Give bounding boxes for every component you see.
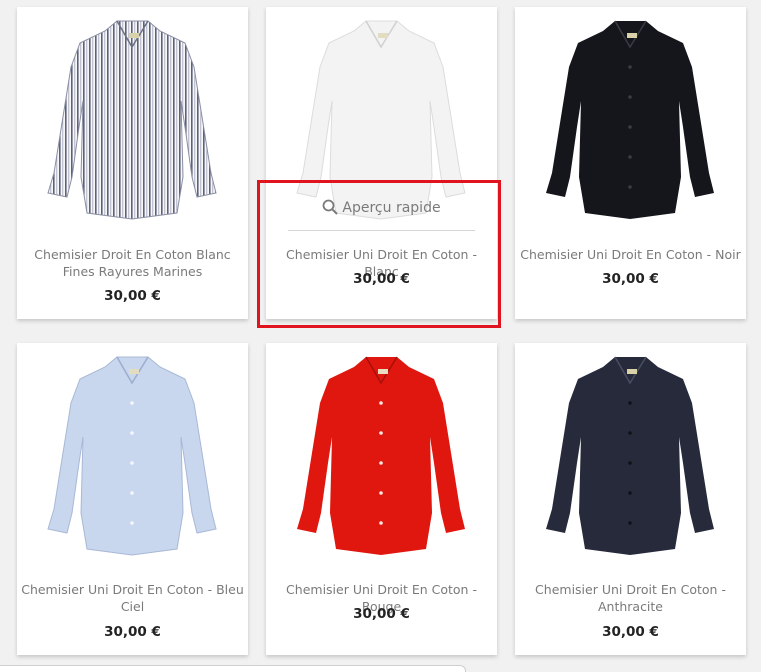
product-price: 30,00 € xyxy=(104,624,161,640)
product-price: 30,00 € xyxy=(602,624,659,640)
product-title[interactable]: Chemisier Uni Droit En Coton - Noir xyxy=(519,246,742,263)
product-title[interactable]: Chemisier Uni Droit En Coton - Bleu Ciel xyxy=(21,581,244,615)
product-card[interactable]: Chemisier Uni Droit En Coton - Bleu Ciel… xyxy=(17,343,248,655)
quick-view-button[interactable]: Aperçu rapide xyxy=(288,193,475,231)
product-price: 30,00 € xyxy=(104,288,161,304)
light-blue-shirt-image[interactable] xyxy=(17,343,248,565)
product-card[interactable]: Chemisier Uni Droit En Coton - Anthracit… xyxy=(515,343,746,655)
red-shirt-image[interactable] xyxy=(266,343,497,565)
product-title[interactable]: Chemisier Uni Droit En Coton - Anthracit… xyxy=(519,581,742,615)
black-shirt-image[interactable] xyxy=(515,7,746,229)
striped-shirt-image[interactable] xyxy=(17,7,248,229)
product-card[interactable]: Chemisier Droit En Coton Blanc Fines Ray… xyxy=(17,7,248,319)
product-title[interactable]: Chemisier Droit En Coton Blanc Fines Ray… xyxy=(21,246,244,280)
product-price: 30,00 € xyxy=(602,271,659,287)
product-card[interactable]: Aperçu rapide Chemisier Uni Droit En Cot… xyxy=(266,7,497,319)
search-icon xyxy=(323,199,339,215)
anthracite-shirt-image[interactable] xyxy=(515,343,746,565)
product-card[interactable]: Chemisier Uni Droit En Coton - Noir 30,0… xyxy=(515,7,746,319)
product-price: 30,00 € xyxy=(353,271,410,287)
product-card[interactable]: Chemisier Uni Droit En Coton - Rouge 30,… xyxy=(266,343,497,655)
product-price: 30,00 € xyxy=(353,606,410,622)
quick-view-label: Aperçu rapide xyxy=(342,200,441,216)
